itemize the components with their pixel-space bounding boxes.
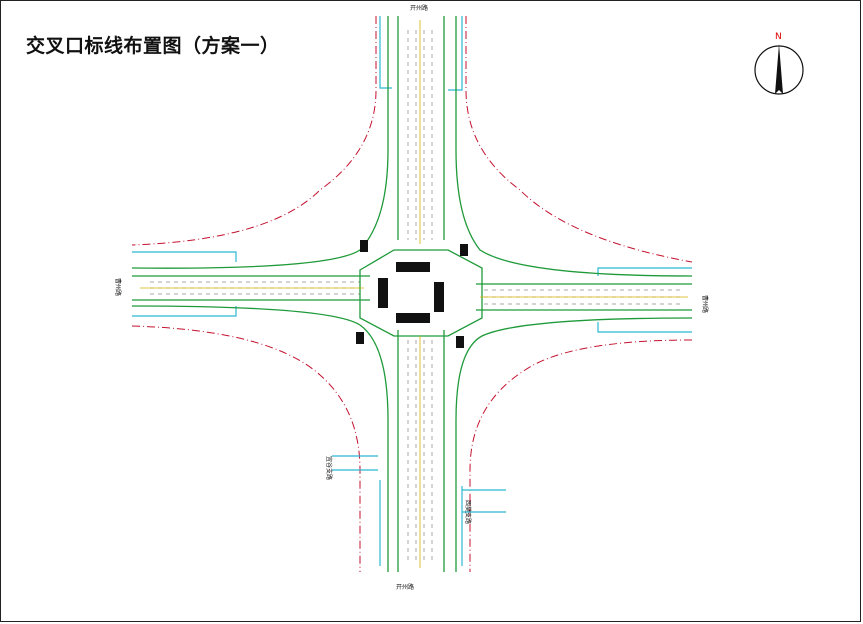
crosswalks (356, 240, 468, 348)
intersection-plan: N 开州路 开州路 曹州路 曹州路 宜谷支路 西樊支路 (114, 4, 804, 591)
lane-markings (150, 30, 680, 560)
road-label-south: 开州路 (396, 583, 414, 591)
road-label-west: 曹州路 (114, 278, 122, 296)
road-label-branch-right: 西樊支路 (464, 500, 472, 524)
road-label-branch-left: 宜谷支路 (325, 456, 333, 480)
north-arrow-icon: N (754, 32, 804, 95)
curb-lines (132, 16, 692, 566)
road-label-east: 曹州路 (701, 295, 709, 313)
road-label-north: 开州路 (410, 4, 428, 12)
north-label: N (775, 32, 782, 42)
